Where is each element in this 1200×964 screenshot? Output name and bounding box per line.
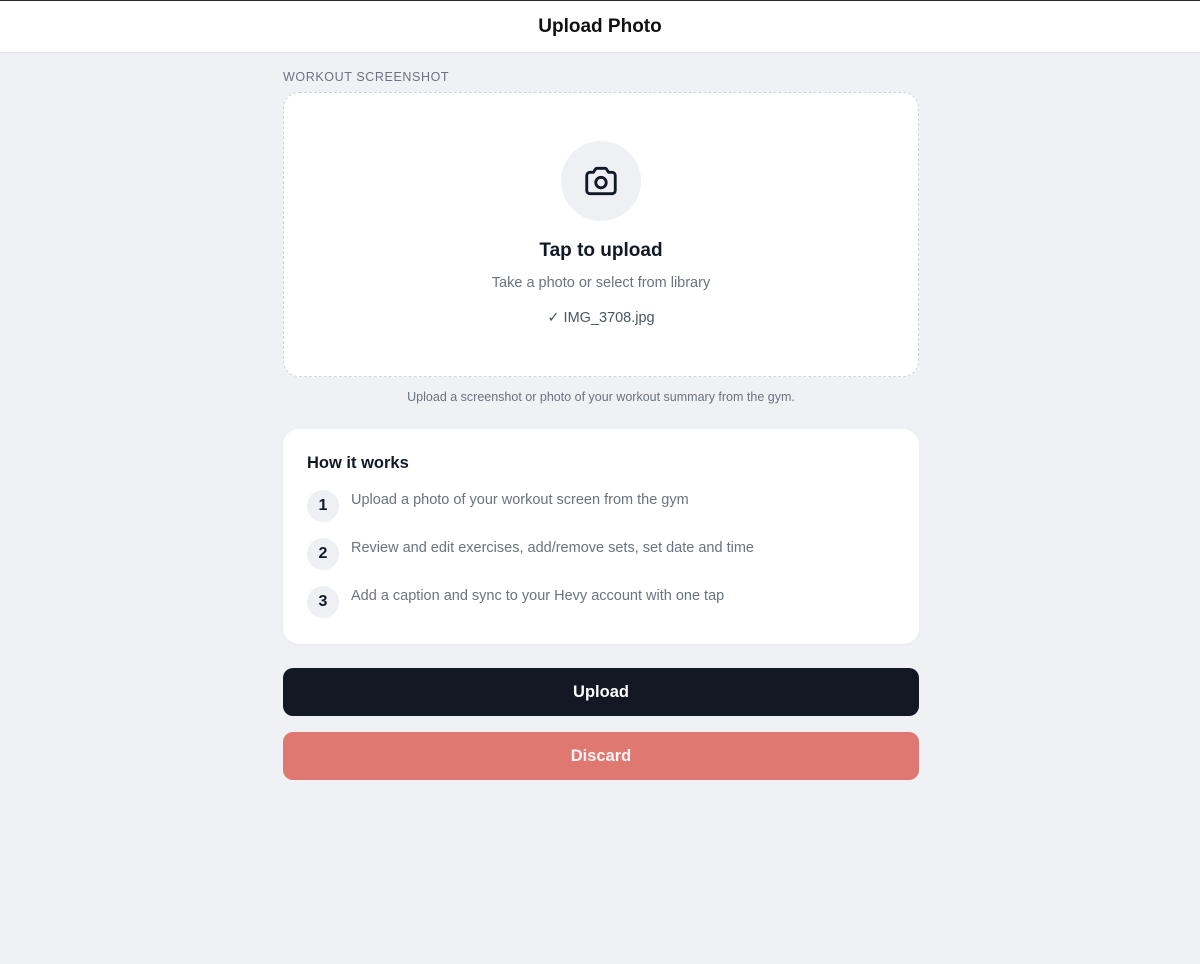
- step-item: 1 Upload a photo of your workout screen …: [307, 490, 895, 522]
- page-title: Upload Photo: [538, 15, 662, 37]
- main-content: WORKOUT SCREENSHOT Tap to upload Take a …: [283, 53, 919, 780]
- upload-hint: Upload a screenshot or photo of your wor…: [407, 390, 795, 404]
- step-text: Upload a photo of your workout screen fr…: [351, 492, 689, 508]
- photo-upload-dropzone[interactable]: Tap to upload Take a photo or select fro…: [283, 92, 919, 377]
- step-number-badge: 3: [307, 586, 339, 618]
- step-item: 3 Add a caption and sync to your Hevy ac…: [307, 586, 895, 618]
- upload-button[interactable]: Upload: [283, 668, 919, 716]
- camera-icon-circle: [561, 141, 641, 221]
- step-item: 2 Review and edit exercises, add/remove …: [307, 538, 895, 570]
- dropzone-title: Tap to upload: [539, 240, 663, 261]
- step-text: Add a caption and sync to your Hevy acco…: [351, 588, 725, 604]
- dropzone-subtitle: Take a photo or select from library: [491, 275, 711, 291]
- selected-file-name: ✓ IMG_3708.jpg: [547, 310, 655, 326]
- section-label: WORKOUT SCREENSHOT: [283, 70, 450, 84]
- how-it-works-title: How it works: [307, 454, 409, 472]
- step-number-badge: 1: [307, 490, 339, 522]
- top-bar: Upload Photo: [0, 0, 1200, 53]
- camera-icon: [585, 166, 617, 196]
- step-text: Review and edit exercises, add/remove se…: [351, 540, 754, 556]
- how-it-works-card: How it works 1 Upload a photo of your wo…: [283, 429, 919, 644]
- discard-button[interactable]: Discard: [283, 732, 919, 780]
- step-number-badge: 2: [307, 538, 339, 570]
